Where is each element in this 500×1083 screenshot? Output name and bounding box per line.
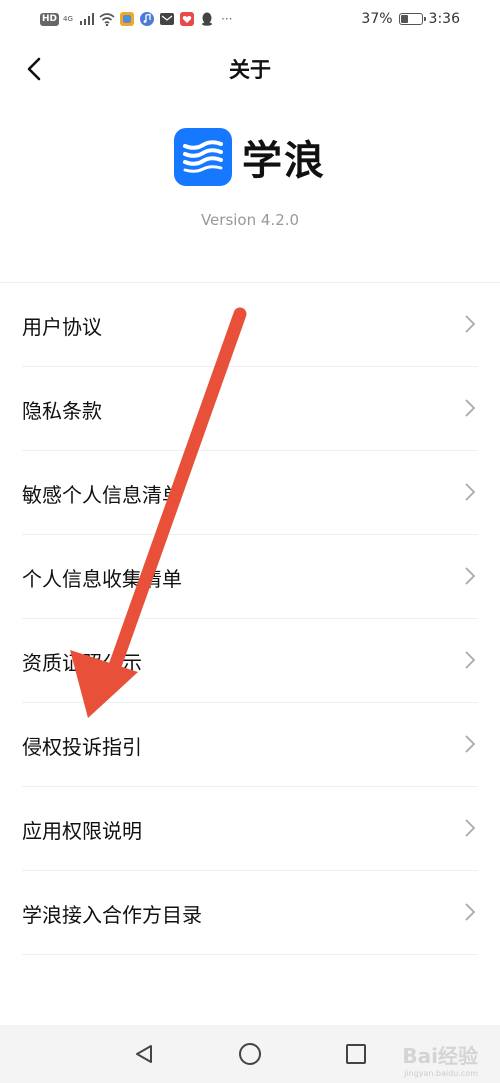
menu-item-label: 用户协议 <box>22 315 102 339</box>
chevron-right-icon <box>465 567 476 585</box>
nav-recents-button[interactable] <box>343 1041 369 1067</box>
menu-item-app-permissions[interactable]: 应用权限说明 <box>22 787 478 871</box>
mail-notification-icon <box>159 11 175 27</box>
battery-percent: 37% <box>361 11 393 27</box>
menu-item-infringement-complaint[interactable]: 侵权投诉指引 <box>22 703 478 787</box>
page-title: 关于 <box>229 58 271 82</box>
nav-back-button[interactable] <box>131 1041 157 1067</box>
watermark-text: Bai经验 <box>402 1044 478 1068</box>
qq-notification-icon <box>199 11 215 27</box>
app-logo-icon <box>174 128 232 186</box>
baidu-jingyan-watermark: Bai经验 <box>402 1040 478 1069</box>
music-notification-icon <box>139 11 155 27</box>
chevron-right-icon <box>465 903 476 921</box>
watermark-url: jingyan.baidu.com <box>404 1069 478 1078</box>
hd-badge: HD <box>40 12 60 26</box>
chevron-right-icon <box>465 399 476 417</box>
status-bar: HD 4G ··· 37% 3:36 <box>0 0 500 38</box>
square-recents-icon <box>346 1044 366 1064</box>
chevron-right-icon <box>465 651 476 669</box>
menu-item-label: 敏感个人信息清单 <box>22 483 182 507</box>
heart-notification-icon <box>179 11 195 27</box>
app-header: 学浪 <box>0 122 500 192</box>
chevron-right-icon <box>465 315 476 333</box>
menu-item-user-agreement[interactable]: 用户协议 <box>22 283 478 367</box>
title-bar: 关于 <box>0 44 500 94</box>
menu-item-label: 资质证照公示 <box>22 651 142 675</box>
nav-home-button[interactable] <box>237 1041 263 1067</box>
about-menu-list: 用户协议 隐私条款 敏感个人信息清单 个人信息收集清单 资质证照公示 侵权投诉指… <box>0 282 500 955</box>
signal-icon <box>79 11 95 27</box>
battery-level <box>400 15 408 23</box>
circle-home-icon <box>239 1043 261 1065</box>
chevron-right-icon <box>465 735 476 753</box>
wifi-icon <box>99 11 115 27</box>
menu-item-label: 侵权投诉指引 <box>22 735 142 759</box>
menu-item-label: 学浪接入合作方目录 <box>22 903 202 927</box>
menu-item-label: 个人信息收集清单 <box>22 567 182 591</box>
menu-item-partner-directory[interactable]: 学浪接入合作方目录 <box>22 871 478 955</box>
menu-item-label: 隐私条款 <box>22 399 102 423</box>
menu-item-sensitive-info-list[interactable]: 敏感个人信息清单 <box>22 451 478 535</box>
network-label: 4G <box>63 15 73 23</box>
triangle-back-icon <box>136 1045 152 1063</box>
battery-icon <box>398 13 426 25</box>
app-notification-icon <box>119 11 135 27</box>
status-left: HD 4G ··· <box>40 9 232 29</box>
chevron-right-icon <box>465 819 476 837</box>
clock: 3:36 <box>428 11 460 27</box>
chevron-right-icon <box>465 483 476 501</box>
status-right: 37% 3:36 <box>361 9 460 29</box>
menu-item-privacy-terms[interactable]: 隐私条款 <box>22 367 478 451</box>
menu-item-info-collection-list[interactable]: 个人信息收集清单 <box>22 535 478 619</box>
app-version: Version 4.2.0 <box>200 211 300 229</box>
app-name: 学浪 <box>242 138 326 184</box>
about-screen: HD 4G ··· 37% 3:36 关于 学浪 Version 4.2.0 用… <box>0 0 500 1083</box>
menu-item-qualifications[interactable]: 资质证照公示 <box>22 619 478 703</box>
more-notifications-icon: ··· <box>221 12 233 26</box>
menu-item-label: 应用权限说明 <box>22 819 142 843</box>
